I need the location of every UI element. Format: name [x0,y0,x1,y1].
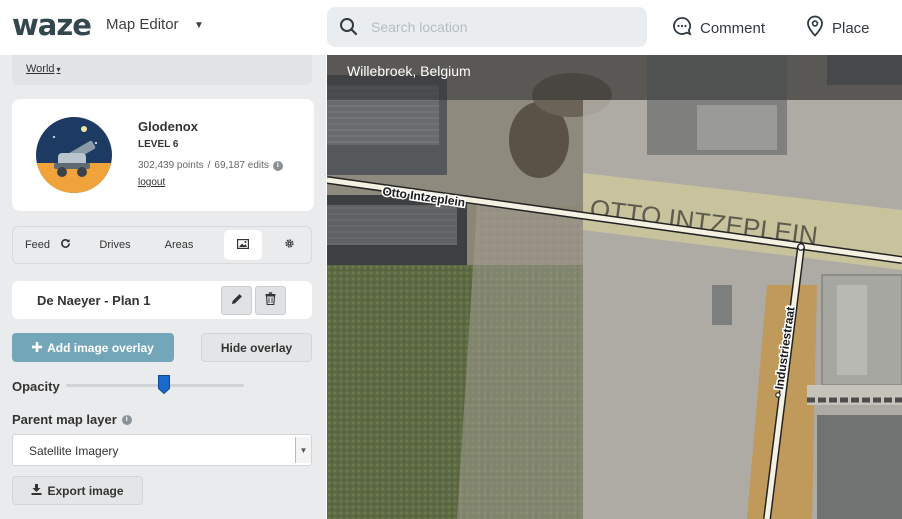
delete-plan-button[interactable] [255,286,286,315]
sidebar-tabs: Feed Drives Areas [12,226,312,264]
hide-overlay-button[interactable]: Hide overlay [201,333,312,362]
place-button[interactable]: Place [806,14,870,42]
logout-link[interactable]: logout [138,177,165,188]
waze-logo[interactable]: waze [12,8,92,42]
parent-map-layer-text: Parent map layer [12,412,117,427]
export-image-label: Export image [47,483,124,498]
user-points: 302,439 points [138,160,204,171]
place-label: Place [832,19,870,37]
search-icon [339,17,359,42]
breadcrumb: World ▾ [12,55,312,85]
add-image-overlay-label: Add image overlay [47,340,154,355]
avatar [36,117,112,193]
search-input[interactable] [371,17,631,37]
gear-icon [284,238,295,252]
chevron-down-icon: ▾ [56,65,61,74]
tab-feed[interactable]: Feed [13,230,83,260]
opacity-slider-thumb[interactable] [157,375,170,395]
app-title: Map Editor [106,16,179,33]
parent-map-layer-value: Satellite Imagery [29,444,119,458]
comment-icon [672,16,692,40]
top-bar: waze Map Editor ▼ Comment Place [0,0,902,55]
opacity-label: Opacity [12,379,60,394]
comment-button[interactable]: Comment [672,14,765,42]
comment-label: Comment [700,19,766,37]
tab-areas[interactable]: Areas [147,230,211,260]
info-icon[interactable]: i [121,414,132,425]
image-icon [237,238,250,252]
download-icon [31,483,42,498]
plus-icon [32,341,43,355]
tab-settings[interactable] [270,230,308,260]
app-menu-caret-icon[interactable]: ▼ [194,20,204,31]
tab-feed-label: Feed [24,239,51,251]
parent-map-layer-label: Parent map layer i [12,412,132,427]
user-level: LEVEL 6 [138,139,179,150]
export-image-button[interactable]: Export image [12,476,143,505]
pencil-icon [231,292,243,310]
user-edits: 69,187 edits [214,160,269,171]
world-link-label: World [26,63,55,75]
map-location-label: Willebroek, Belgium [347,63,471,79]
refresh-icon[interactable] [60,238,71,252]
stats-separator: / [207,160,211,171]
user-stats: 302,439 points / 69,187 edits i [138,160,283,171]
add-image-overlay-button[interactable]: Add image overlay [12,333,174,362]
search-box[interactable] [327,7,647,47]
user-name: Glodenox [138,119,198,134]
profile-card: Glodenox LEVEL 6 302,439 points / 69,187… [12,99,314,211]
app-window: waze Map Editor ▼ Comment Place World▾ [0,0,902,519]
plan-name: De Naeyer - Plan 1 [37,293,151,308]
world-link[interactable]: World ▾ [26,63,61,75]
chevron-down-icon[interactable]: ▼ [295,437,311,463]
trash-icon [265,291,276,310]
info-icon[interactable]: i [272,160,283,171]
place-pin-icon [806,15,824,41]
tab-image-overlay[interactable] [224,230,262,260]
opacity-slider-track[interactable] [66,384,244,387]
parent-map-layer-select[interactable]: Satellite Imagery ▼ [12,434,312,466]
sidebar: World ▾ Glodenox LEVEL 6 302,439 points … [0,55,326,519]
satellite-map[interactable]: OTTO INTZEPLEIN Otto Intzeplein Industri… [327,55,902,519]
tab-drives[interactable]: Drives [83,230,147,260]
overlay-plan-item[interactable]: De Naeyer - Plan 1 [12,281,312,319]
map-canvas[interactable]: OTTO INTZEPLEIN Otto Intzeplein Industri… [327,55,902,519]
edit-plan-button[interactable] [221,286,252,315]
